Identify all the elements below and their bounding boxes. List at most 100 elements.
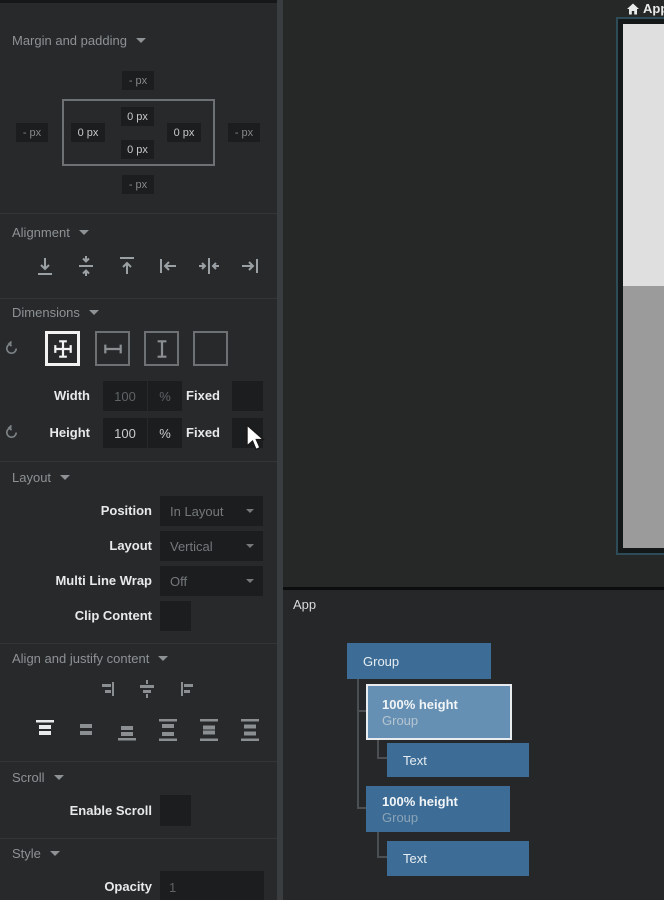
section-style[interactable]: Style xyxy=(12,846,60,861)
section-title: Alignment xyxy=(12,225,70,240)
margin-left-button[interactable]: - px xyxy=(16,123,48,142)
caret-down-icon xyxy=(246,579,254,583)
caret-down-icon xyxy=(136,38,146,43)
tree-connector xyxy=(357,807,366,809)
justify-right-icon[interactable] xyxy=(97,680,117,698)
node-subtitle: Group xyxy=(382,810,510,825)
width-fixed-checkbox[interactable] xyxy=(232,381,263,411)
align-top-icon[interactable] xyxy=(115,253,139,279)
node-subtitle: Group xyxy=(382,713,510,728)
tree-node-group-2[interactable]: 100% height Group xyxy=(366,786,510,832)
content-start-icon[interactable] xyxy=(34,717,56,743)
caret-down-icon xyxy=(246,544,254,548)
tree-connector xyxy=(377,757,387,759)
section-align-justify[interactable]: Align and justify content xyxy=(12,651,168,666)
caret-down-icon xyxy=(79,230,89,235)
section-title: Align and justify content xyxy=(12,651,149,666)
canvas-area: App First group Second group xyxy=(283,0,664,587)
breadcrumb[interactable]: App xyxy=(627,1,664,16)
node-label: Text xyxy=(403,753,529,768)
padding-bottom-button[interactable]: 0 px xyxy=(121,140,154,159)
size-width-icon[interactable] xyxy=(95,331,130,366)
padding-right-button[interactable]: 0 px xyxy=(167,123,201,142)
divider xyxy=(0,643,277,644)
section-dimensions[interactable]: Dimensions xyxy=(12,305,99,320)
clip-content-label: Clip Content xyxy=(0,608,152,623)
align-left-icon[interactable] xyxy=(156,253,180,279)
reset-icon[interactable] xyxy=(4,341,19,356)
section-layout[interactable]: Layout xyxy=(12,470,70,485)
position-value: In Layout xyxy=(170,504,224,519)
section-title: Scroll xyxy=(12,770,45,785)
size-height-icon[interactable] xyxy=(144,331,179,366)
size-none-icon[interactable] xyxy=(193,331,228,366)
hierarchy-root-label[interactable]: App xyxy=(293,597,316,612)
content-space-around-icon[interactable] xyxy=(198,717,220,743)
margin-right-button[interactable]: - px xyxy=(228,123,260,142)
height-fixed-label: Fixed xyxy=(158,425,220,440)
node-title: 100% height xyxy=(382,794,510,809)
caret-down-icon xyxy=(50,851,60,856)
tree-node-group-selected[interactable]: 100% height Group xyxy=(366,684,512,740)
width-label: Width xyxy=(0,388,90,403)
section-scroll[interactable]: Scroll xyxy=(12,770,64,785)
clip-content-checkbox[interactable] xyxy=(160,601,191,631)
size-both-icon[interactable] xyxy=(45,331,80,366)
layout-label: Layout xyxy=(0,538,152,553)
divider xyxy=(0,761,277,762)
home-icon xyxy=(627,3,639,15)
multi-line-wrap-dropdown[interactable]: Off xyxy=(160,566,263,596)
content-center-icon[interactable] xyxy=(75,717,97,743)
width-input[interactable]: 100 xyxy=(103,381,147,411)
tree-node-text[interactable]: Text xyxy=(387,743,529,777)
divider xyxy=(0,213,277,214)
content-space-evenly-icon[interactable] xyxy=(239,717,261,743)
section-title: Layout xyxy=(12,470,51,485)
section-title: Style xyxy=(12,846,41,861)
properties-panel: Margin and padding - px 0 px 0 px 0 px 0… xyxy=(0,0,277,900)
height-input[interactable]: 100 xyxy=(103,418,147,448)
section-title: Margin and padding xyxy=(12,33,127,48)
tree-node-text-2[interactable]: Text xyxy=(387,841,529,876)
tree-connector xyxy=(377,832,379,858)
cursor-icon xyxy=(246,424,268,454)
margin-top-button[interactable]: - px xyxy=(122,71,154,90)
node-label: Text xyxy=(403,851,529,866)
divider xyxy=(0,461,277,462)
padding-top-button[interactable]: 0 px xyxy=(121,107,154,126)
opacity-input[interactable]: 1 xyxy=(160,871,264,900)
margin-bottom-button[interactable]: - px xyxy=(122,175,154,194)
app-window: Margin and padding - px 0 px 0 px 0 px 0… xyxy=(0,0,664,900)
justify-left-icon[interactable] xyxy=(178,680,198,698)
layout-dropdown[interactable]: Vertical xyxy=(160,531,263,561)
caret-down-icon xyxy=(60,475,70,480)
position-dropdown[interactable]: In Layout xyxy=(160,496,263,526)
align-bottom-icon[interactable] xyxy=(33,253,57,279)
section-alignment[interactable]: Alignment xyxy=(12,225,89,240)
tree-connector xyxy=(357,679,359,809)
first-group-preview[interactable]: First group xyxy=(623,24,664,286)
section-margin-padding[interactable]: Margin and padding xyxy=(12,33,146,48)
align-center-horizontal-icon[interactable] xyxy=(197,253,221,279)
justify-center-icon[interactable] xyxy=(137,680,157,698)
wrap-label: Multi Line Wrap xyxy=(0,573,152,588)
content-space-between-icon[interactable] xyxy=(157,717,179,743)
hierarchy-panel: App Group 100% height Group Text 100% he… xyxy=(283,590,664,900)
enable-scroll-checkbox[interactable] xyxy=(160,795,191,826)
section-title: Dimensions xyxy=(12,305,80,320)
divider xyxy=(0,298,277,299)
tree-connector xyxy=(357,710,366,712)
height-label: Height xyxy=(0,425,90,440)
tree-node-group[interactable]: Group xyxy=(347,643,491,679)
divider xyxy=(0,838,277,839)
caret-down-icon xyxy=(89,310,99,315)
padding-left-button[interactable]: 0 px xyxy=(71,123,105,142)
second-group-preview[interactable]: Second group xyxy=(623,286,664,548)
content-end-icon[interactable] xyxy=(116,717,138,743)
caret-down-icon xyxy=(246,509,254,513)
node-label: Group xyxy=(363,654,491,669)
layout-value: Vertical xyxy=(170,539,213,554)
align-center-vertical-icon[interactable] xyxy=(74,253,98,279)
align-right-icon[interactable] xyxy=(238,253,262,279)
app-frame[interactable]: First group Second group xyxy=(616,17,664,555)
